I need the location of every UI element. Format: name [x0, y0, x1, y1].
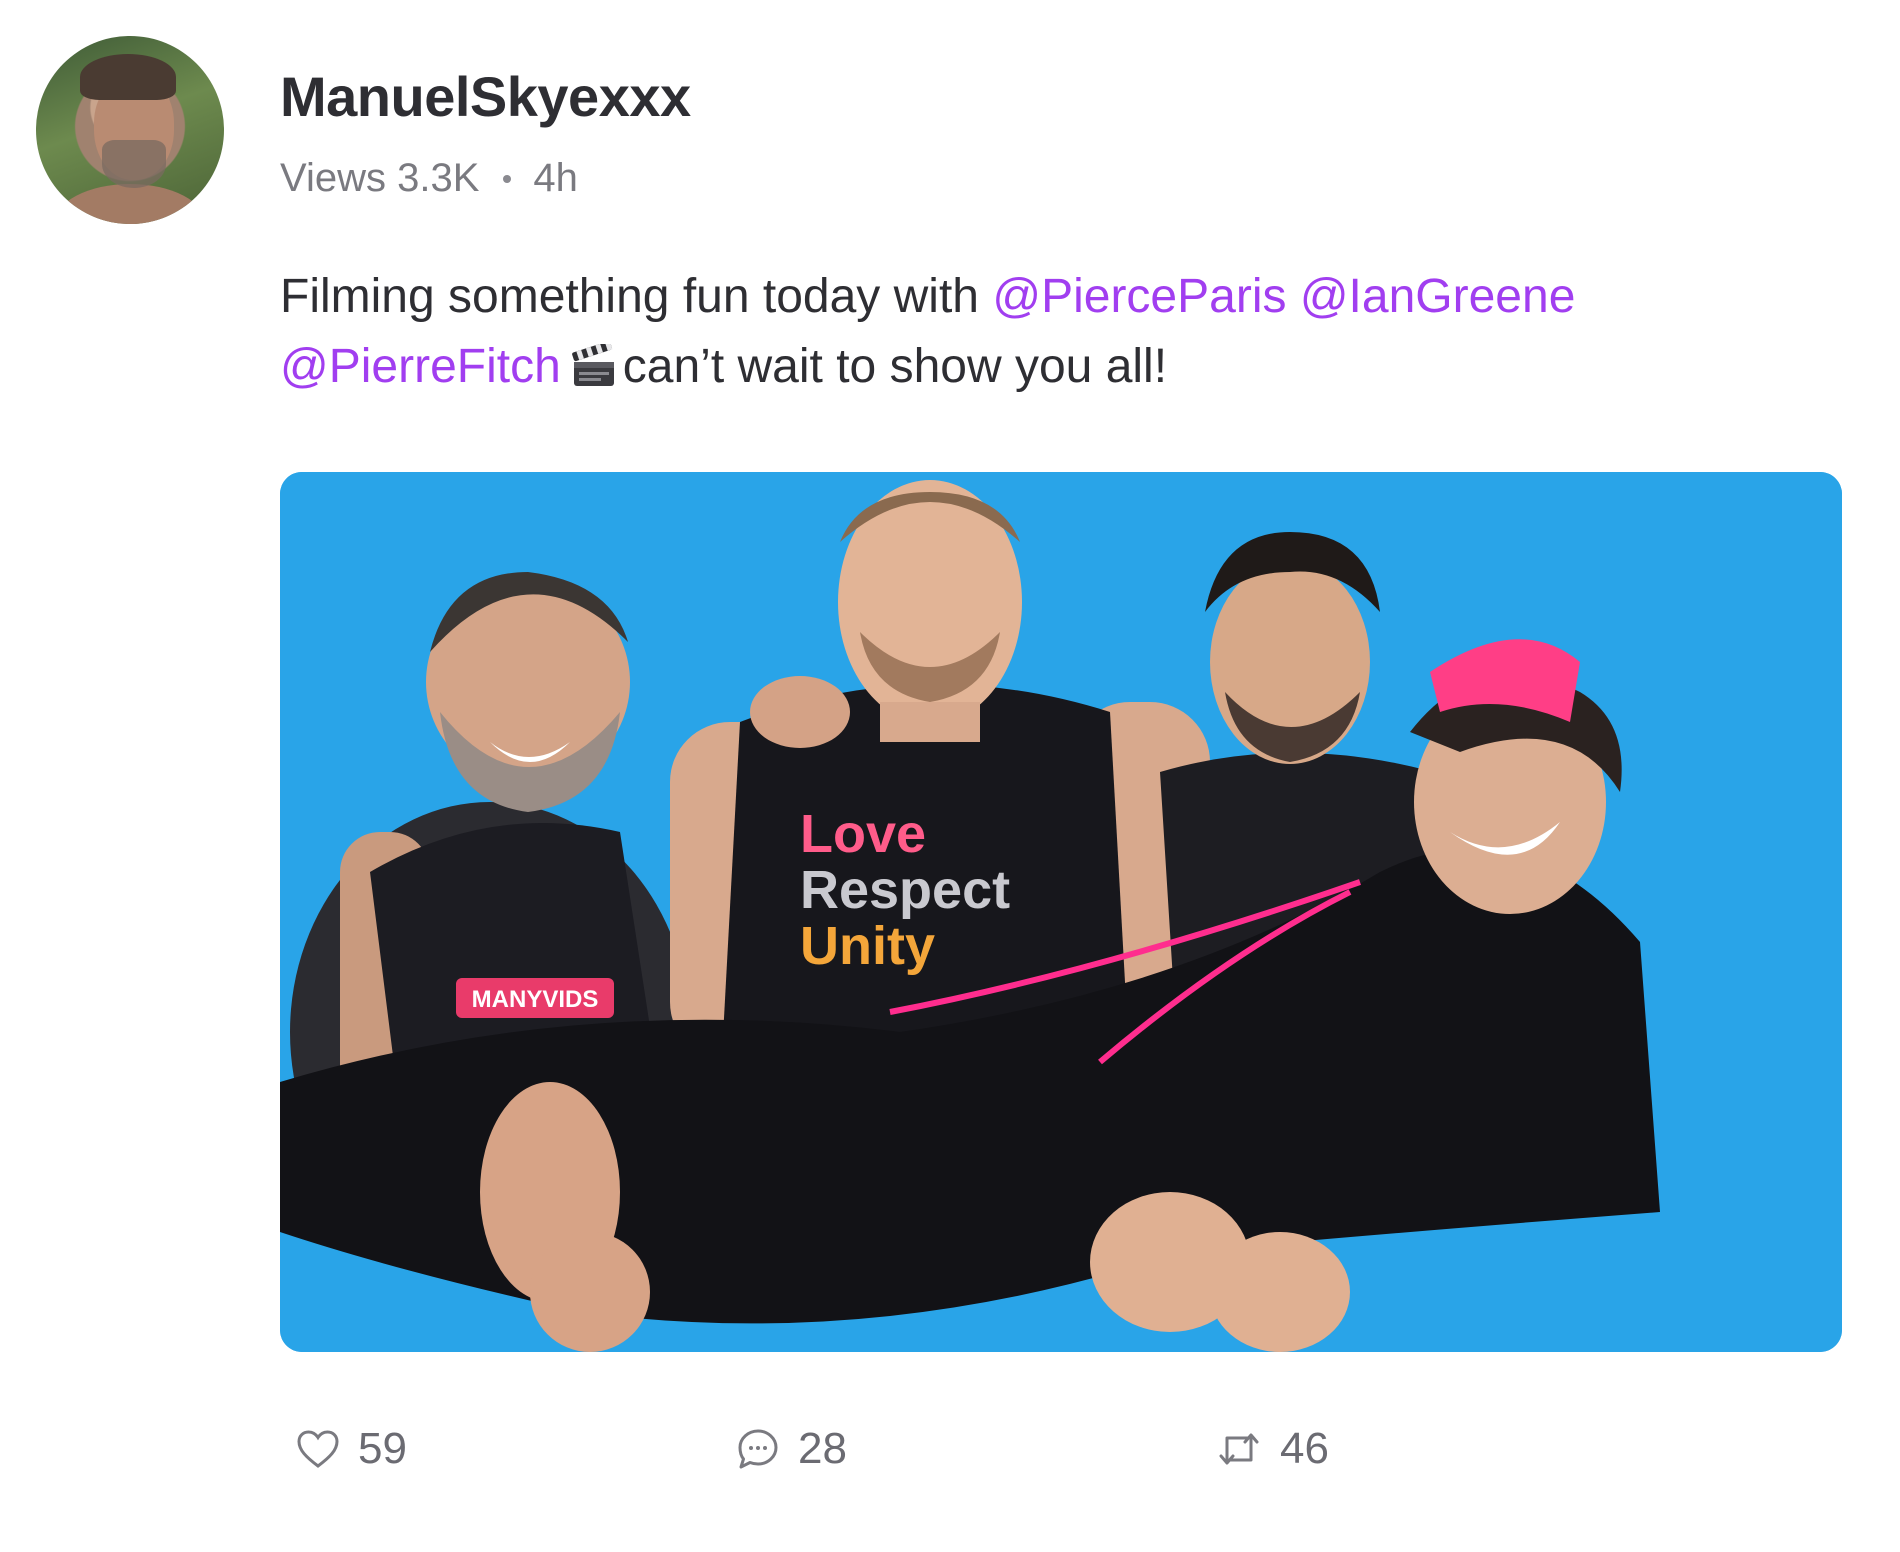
repost-icon — [1219, 1433, 1259, 1465]
post-card: ManuelSkyexxx Views 3.3K 4h Filming some… — [0, 0, 1900, 1552]
photo-illustration: MANYVIDS Love Respect Unity — [280, 472, 1842, 1352]
like-count: 59 — [358, 1424, 407, 1473]
avatar-beard — [102, 140, 166, 188]
clapper-board-icon — [571, 344, 614, 386]
post-photo[interactable]: MANYVIDS Love Respect Unity — [280, 472, 1842, 1352]
post-body: Filming something fun today with @Pierce… — [280, 262, 1840, 402]
heart-icon — [297, 1430, 339, 1468]
avatar-hair — [80, 54, 176, 100]
mention-pierre-fitch[interactable]: @PierreFitch — [280, 340, 561, 393]
comment-button[interactable]: 28 — [736, 1424, 847, 1474]
post-actions: 59 28 46 — [296, 1424, 1796, 1484]
comment-count: 28 — [798, 1424, 847, 1473]
shirt-love-text: Love — [800, 804, 926, 864]
post-text-part1: Filming something fun today with — [280, 270, 993, 323]
repost-count: 46 — [1280, 1424, 1329, 1473]
shirt-brand-text: MANYVIDS — [472, 986, 599, 1013]
mention-pierce-paris[interactable]: @PierceParis — [992, 270, 1286, 323]
author-avatar[interactable] — [36, 36, 224, 224]
shirt-respect-text: Respect — [800, 860, 1010, 920]
post-text-part2: can’t wait to show you all! — [622, 340, 1168, 393]
author-username[interactable]: ManuelSkyexxx — [280, 64, 691, 129]
views-count: Views 3.3K — [280, 156, 480, 200]
shirt-unity-text: Unity — [800, 916, 935, 976]
post-time: 4h — [533, 156, 578, 200]
avatar-shoulders — [54, 184, 206, 224]
post-meta: Views 3.3K 4h — [280, 156, 578, 201]
mention-ian-greene[interactable]: @IanGreene — [1300, 270, 1576, 323]
repost-button[interactable]: 46 — [1216, 1424, 1329, 1474]
like-button[interactable]: 59 — [296, 1424, 407, 1474]
separator-dot — [503, 174, 512, 183]
comment-bubble-icon — [738, 1429, 778, 1469]
